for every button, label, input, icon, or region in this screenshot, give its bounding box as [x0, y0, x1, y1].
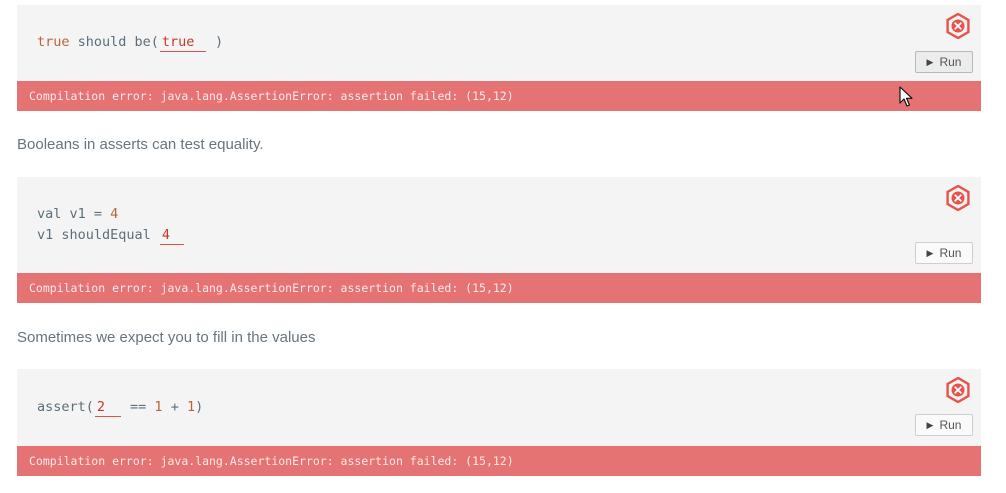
code-text: )	[195, 399, 204, 415]
error-message: Compilation error: java.lang.AssertionEr…	[17, 81, 981, 111]
answer-input[interactable]: true	[159, 33, 206, 52]
code-line: assert(2 == 1 + 1)	[37, 397, 203, 418]
play-icon: ▶	[926, 419, 934, 430]
code-text: +	[162, 399, 187, 415]
code-editor[interactable]: true should be(true ) ▶ Run	[17, 5, 981, 81]
code-text: val v1 =	[37, 206, 111, 222]
description-text: Booleans in asserts can test equality.	[17, 136, 264, 153]
code-text: )	[206, 34, 224, 50]
run-label: Run	[939, 418, 962, 432]
code-keyword: true	[37, 34, 70, 50]
code-line: v1 shouldEqual 4	[37, 225, 185, 246]
code-editor[interactable]: val v1 = 4 v1 shouldEqual 4 ▶ Run	[17, 177, 981, 273]
code-text: ==	[121, 399, 155, 415]
play-icon: ▶	[926, 56, 934, 67]
code-text: assert(	[37, 399, 94, 415]
koans-page: true should be(true ) ▶ Run Compilation …	[0, 0, 1006, 493]
run-label: Run	[939, 55, 962, 69]
error-message: Compilation error: java.lang.AssertionEr…	[17, 446, 981, 476]
play-icon: ▶	[926, 247, 934, 258]
exercise-1: true should be(true ) ▶ Run Compilation …	[17, 5, 981, 111]
run-button[interactable]: ▶ Run	[915, 414, 973, 436]
error-message: Compilation error: java.lang.AssertionEr…	[17, 273, 981, 303]
code-editor[interactable]: assert(2 == 1 + 1) ▶ Run	[17, 369, 981, 446]
exercise-3: assert(2 == 1 + 1) ▶ Run Compilation err…	[17, 369, 981, 476]
code-line: true should be(true )	[37, 32, 223, 53]
run-button[interactable]: ▶ Run	[915, 242, 973, 264]
mouse-cursor-icon	[899, 86, 913, 107]
code-line: val v1 = 4	[37, 204, 118, 225]
answer-input[interactable]: 2	[94, 398, 121, 417]
code-number: 4	[110, 206, 119, 222]
close-icon[interactable]	[945, 13, 971, 39]
close-icon[interactable]	[945, 377, 971, 403]
answer-input[interactable]: 4	[159, 226, 184, 245]
code-number: 1	[154, 399, 163, 415]
run-label: Run	[939, 246, 962, 260]
close-icon[interactable]	[945, 185, 971, 211]
run-button[interactable]: ▶ Run	[915, 51, 973, 73]
code-text: should be(	[69, 34, 159, 50]
description-text: Sometimes we expect you to fill in the v…	[17, 329, 316, 346]
exercise-2: val v1 = 4 v1 shouldEqual 4 ▶ Run Compil…	[17, 177, 981, 303]
code-text: v1 shouldEqual	[37, 227, 159, 243]
code-number: 1	[186, 399, 196, 415]
